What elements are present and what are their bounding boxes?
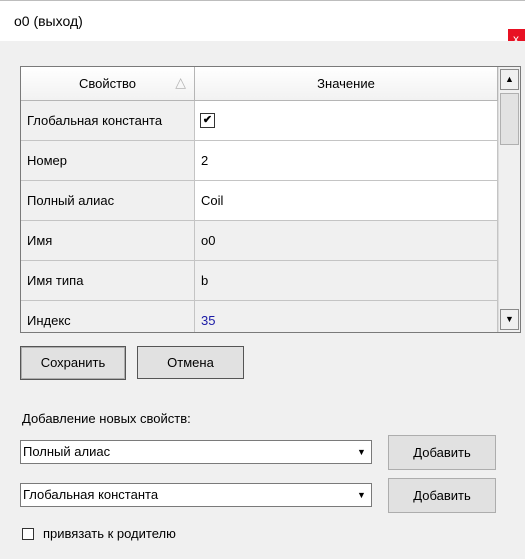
column-header-value[interactable]: Значение <box>195 67 498 101</box>
property-value-cell[interactable]: 2 <box>195 141 498 181</box>
table-row[interactable]: Номер 2 <box>21 141 498 181</box>
property-grid: Свойство △ Значение Глобальная константа… <box>20 66 521 333</box>
dialog-content: Свойство △ Значение Глобальная константа… <box>0 41 525 559</box>
scrollbar-thumb[interactable] <box>500 93 519 145</box>
property-value-cell: o0 <box>195 221 498 261</box>
table-row[interactable]: Индекс 35 <box>21 301 498 332</box>
global-constant-checkbox[interactable]: ✔ <box>200 113 215 129</box>
property-alias-select[interactable]: Полный алиас ▼ <box>20 440 372 464</box>
scroll-down-arrow-icon[interactable]: ▼ <box>500 309 519 330</box>
table-row[interactable]: Глобальная константа ✔ <box>21 101 498 141</box>
property-alias-select-value: Полный алиас <box>23 444 111 459</box>
column-header-value-label: Значение <box>317 76 375 91</box>
chevron-down-icon[interactable]: ▼ <box>353 442 370 462</box>
add-properties-label: Добавление новых свойств: <box>22 411 191 426</box>
add-constant-button[interactable]: Добавить <box>388 478 496 513</box>
property-name-cell: Номер <box>21 141 195 181</box>
window-title: o0 (выход) <box>14 13 83 29</box>
grid-vertical-scrollbar[interactable]: ▲ ▼ <box>498 67 520 332</box>
property-value-cell: 35 <box>195 301 498 332</box>
sort-indicator-icon: △ <box>175 74 186 90</box>
bind-to-parent-label: привязать к родителю <box>43 526 176 541</box>
property-name-cell: Имя <box>21 221 195 261</box>
property-value-cell[interactable]: ✔ <box>195 101 498 141</box>
property-name-cell: Имя типа <box>21 261 195 301</box>
column-header-property[interactable]: Свойство △ <box>21 67 195 101</box>
grid-header: Свойство △ Значение <box>21 67 498 101</box>
bind-to-parent-checkbox[interactable] <box>22 528 34 540</box>
property-value-cell: b <box>195 261 498 301</box>
add-alias-button[interactable]: Добавить <box>388 435 496 470</box>
table-row[interactable]: Имя o0 <box>21 221 498 261</box>
property-name-cell: Полный алиас <box>21 181 195 221</box>
property-name-cell: Глобальная константа <box>21 101 195 141</box>
scroll-up-arrow-icon[interactable]: ▲ <box>500 69 519 90</box>
global-constant-select[interactable]: Глобальная константа ▼ <box>20 483 372 507</box>
title-bar: o0 (выход) <box>0 1 525 41</box>
global-constant-select-value: Глобальная константа <box>23 487 159 502</box>
table-row[interactable]: Полный алиас Coil <box>21 181 498 221</box>
property-value-cell[interactable]: Coil <box>195 181 498 221</box>
property-name-cell: Индекс <box>21 301 195 332</box>
save-button[interactable]: Сохранить <box>20 346 126 380</box>
column-header-property-label: Свойство <box>78 76 137 91</box>
chevron-down-icon[interactable]: ▼ <box>353 485 370 505</box>
table-row[interactable]: Имя типа b <box>21 261 498 301</box>
cancel-button[interactable]: Отмена <box>137 346 244 379</box>
